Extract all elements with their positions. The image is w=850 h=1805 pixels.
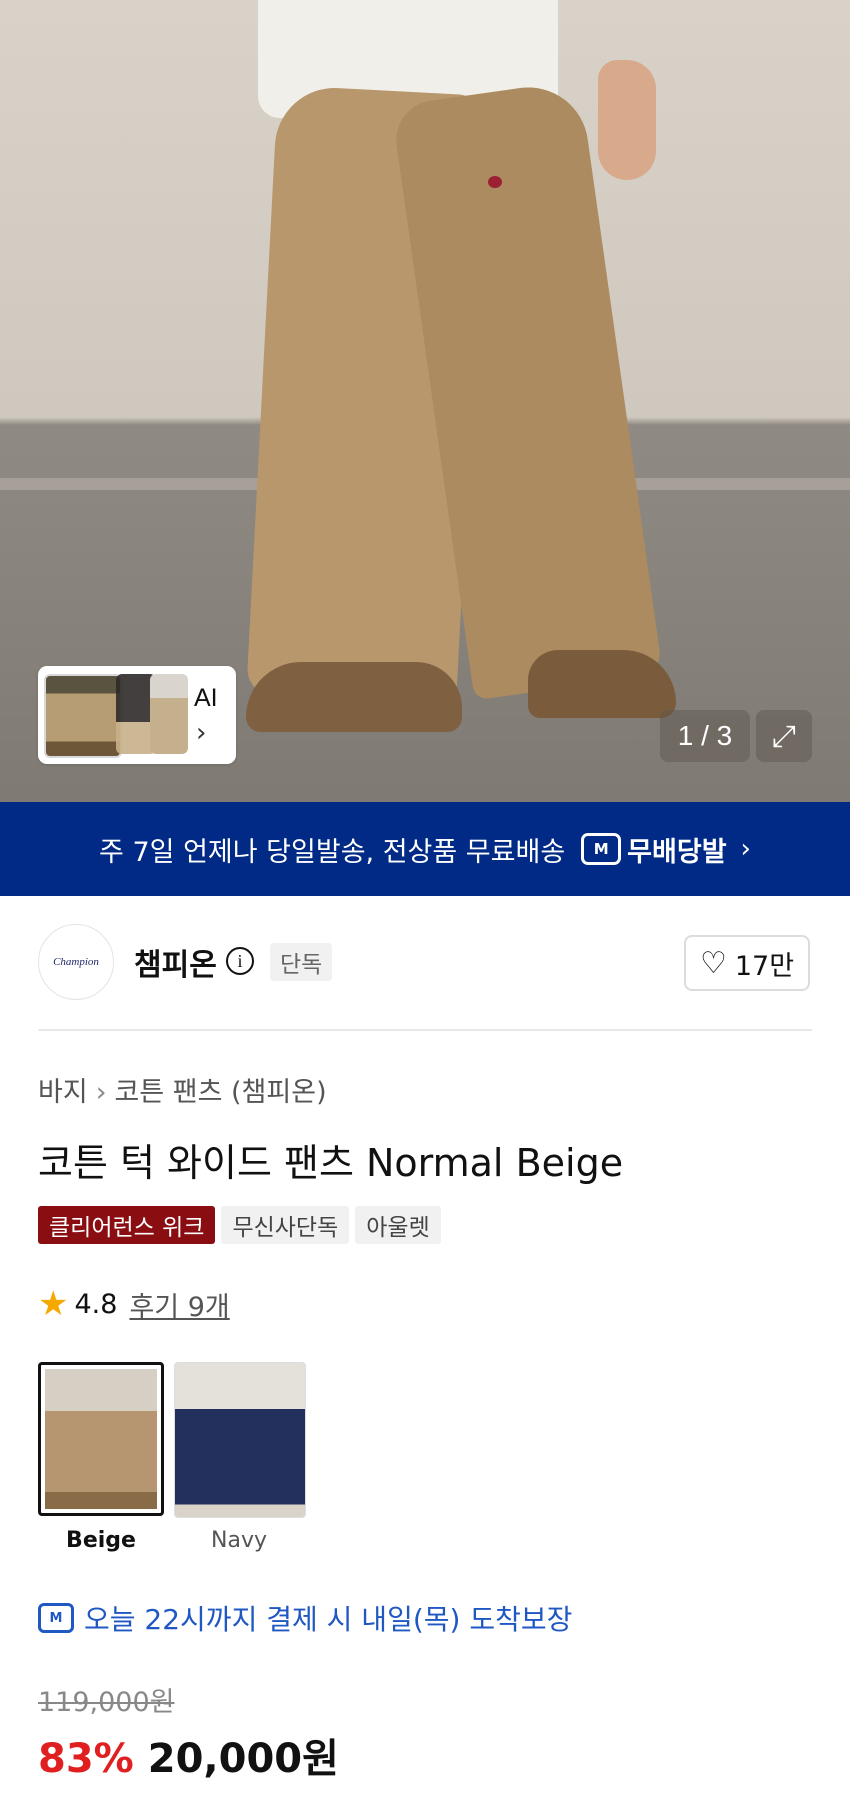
model-right-shoe: [528, 650, 676, 718]
expand-icon[interactable]: ⤢: [756, 710, 812, 762]
rating-value: 4.8: [74, 1288, 118, 1320]
exclusive-badge: 단독: [270, 943, 333, 981]
discount-rate: 83%: [38, 1736, 134, 1782]
ai-label: AI: [194, 684, 218, 712]
tag-clearance: 클리어런스 위크: [38, 1206, 216, 1244]
brand-like-button[interactable]: ♡ 17만: [684, 935, 810, 991]
tag-exclusive: 무신사단독: [221, 1206, 350, 1244]
ai-similar-items-button[interactable]: AI ›: [38, 666, 236, 764]
color-option-image: [45, 1369, 157, 1509]
final-price: 20,000원: [147, 1736, 339, 1782]
review-link[interactable]: 후기 9개: [129, 1285, 229, 1324]
banner-text: 주 7일 언제나 당일발송, 전상품 무료배송: [99, 836, 566, 868]
brand-name[interactable]: 챔피온: [134, 940, 217, 984]
tag-outlet: 아울렛: [355, 1206, 441, 1244]
champion-logo-mark: [488, 176, 502, 188]
breadcrumb-subcategory[interactable]: 코튼 팬츠 (챔피온): [115, 1077, 327, 1108]
delivery-truck-icon: M: [581, 833, 622, 865]
original-price: 119,000원: [38, 1687, 175, 1718]
free-shipping-banner[interactable]: 주 7일 언제나 당일발송, 전상품 무료배송 M 무배당발 ›: [0, 802, 850, 896]
delivery-guarantee: M 오늘 22시까지 결제 시 내일(목) 도착보장: [38, 1598, 572, 1638]
color-option-navy[interactable]: [174, 1362, 306, 1518]
color-option-beige[interactable]: [38, 1362, 164, 1516]
heart-icon: ♡: [699, 945, 727, 981]
like-count: 17만: [734, 950, 795, 982]
chevron-right-icon: ›: [95, 1077, 107, 1108]
rating: ★ 4.8 후기 9개: [38, 1284, 230, 1324]
color-option-image: [175, 1363, 305, 1517]
color-label-beige: Beige: [66, 1528, 136, 1553]
ai-thumb-3: [150, 674, 188, 754]
product-image[interactable]: AI › 1 / 3 ⤢: [0, 0, 850, 802]
delivery-text: 오늘 22시까지 결제 시 내일(목) 도착보장: [84, 1603, 573, 1636]
ai-thumb-1: [44, 674, 122, 758]
banner-brand: 무배당발: [627, 836, 727, 868]
delivery-truck-icon: M: [38, 1603, 74, 1633]
chevron-right-icon: ›: [740, 834, 751, 864]
model-hand: [598, 60, 656, 180]
product-tags: 클리어런스 위크 무신사단독 아울렛: [38, 1206, 441, 1244]
chevron-right-icon: ›: [196, 718, 207, 748]
brand-logo[interactable]: Champion: [38, 924, 114, 1000]
color-label-navy: Navy: [211, 1528, 267, 1553]
info-icon[interactable]: i: [226, 947, 254, 975]
breadcrumb-category[interactable]: 바지: [38, 1077, 88, 1108]
product-title: 코튼 턱 와이드 팬츠 Normal Beige: [38, 1141, 624, 1185]
breadcrumb: 바지 › 코튼 팬츠 (챔피온): [38, 1070, 327, 1109]
model-left-shoe: [246, 662, 462, 732]
divider: [38, 1029, 812, 1031]
image-counter: 1 / 3: [660, 710, 750, 762]
price-row: 83% 20,000원: [38, 1726, 339, 1784]
star-icon: ★: [38, 1284, 69, 1324]
